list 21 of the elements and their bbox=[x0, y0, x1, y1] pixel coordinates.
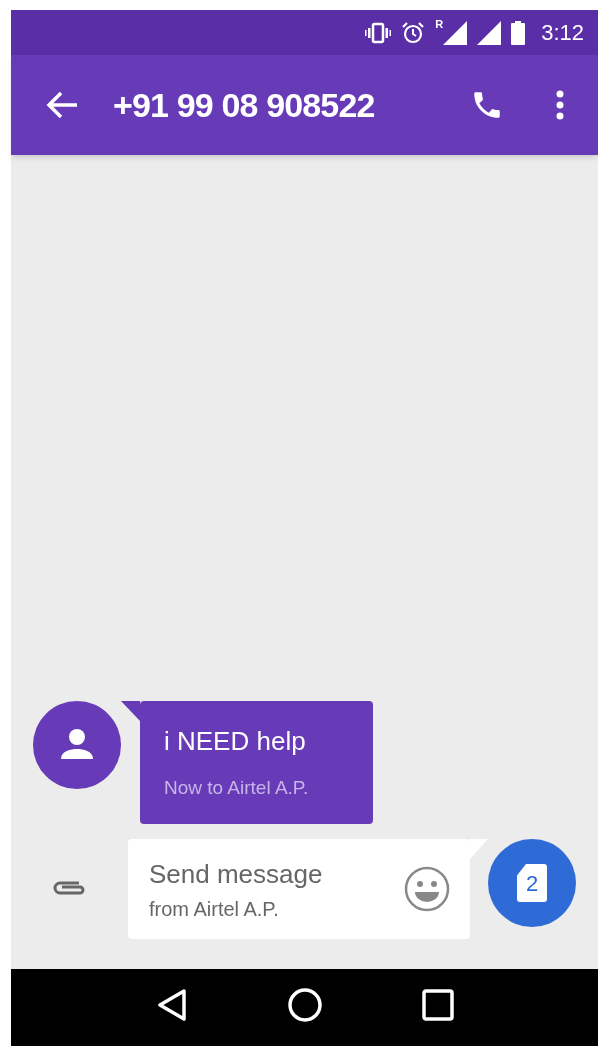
message-text: i NEED help bbox=[164, 725, 307, 758]
emoji-icon[interactable] bbox=[404, 866, 450, 912]
signal-icon bbox=[477, 20, 502, 45]
back-nav-icon[interactable] bbox=[155, 987, 188, 1022]
message-status: Now to Airtel A.P. bbox=[164, 775, 310, 800]
recents-nav-icon[interactable] bbox=[421, 988, 454, 1021]
contact-number: +91 99 08 908522 bbox=[113, 84, 375, 126]
signal-icon bbox=[443, 20, 468, 45]
message-input[interactable]: Send message bbox=[149, 854, 379, 894]
sim-hint: from Airtel A.P. bbox=[149, 896, 280, 922]
home-nav-icon[interactable] bbox=[287, 987, 322, 1022]
sim-send-button[interactable]: 2 bbox=[488, 839, 576, 927]
battery-icon bbox=[511, 20, 526, 45]
roaming-label: R bbox=[435, 18, 444, 30]
avatar-icon bbox=[33, 701, 121, 789]
back-arrow-icon[interactable] bbox=[45, 90, 79, 120]
alarm-icon bbox=[401, 20, 426, 45]
message-field[interactable]: Send message from Airtel A.P. bbox=[128, 839, 470, 939]
more-options-icon[interactable] bbox=[556, 90, 564, 120]
clock-time: 3:12 bbox=[541, 19, 584, 47]
vibrate-icon bbox=[365, 21, 392, 44]
